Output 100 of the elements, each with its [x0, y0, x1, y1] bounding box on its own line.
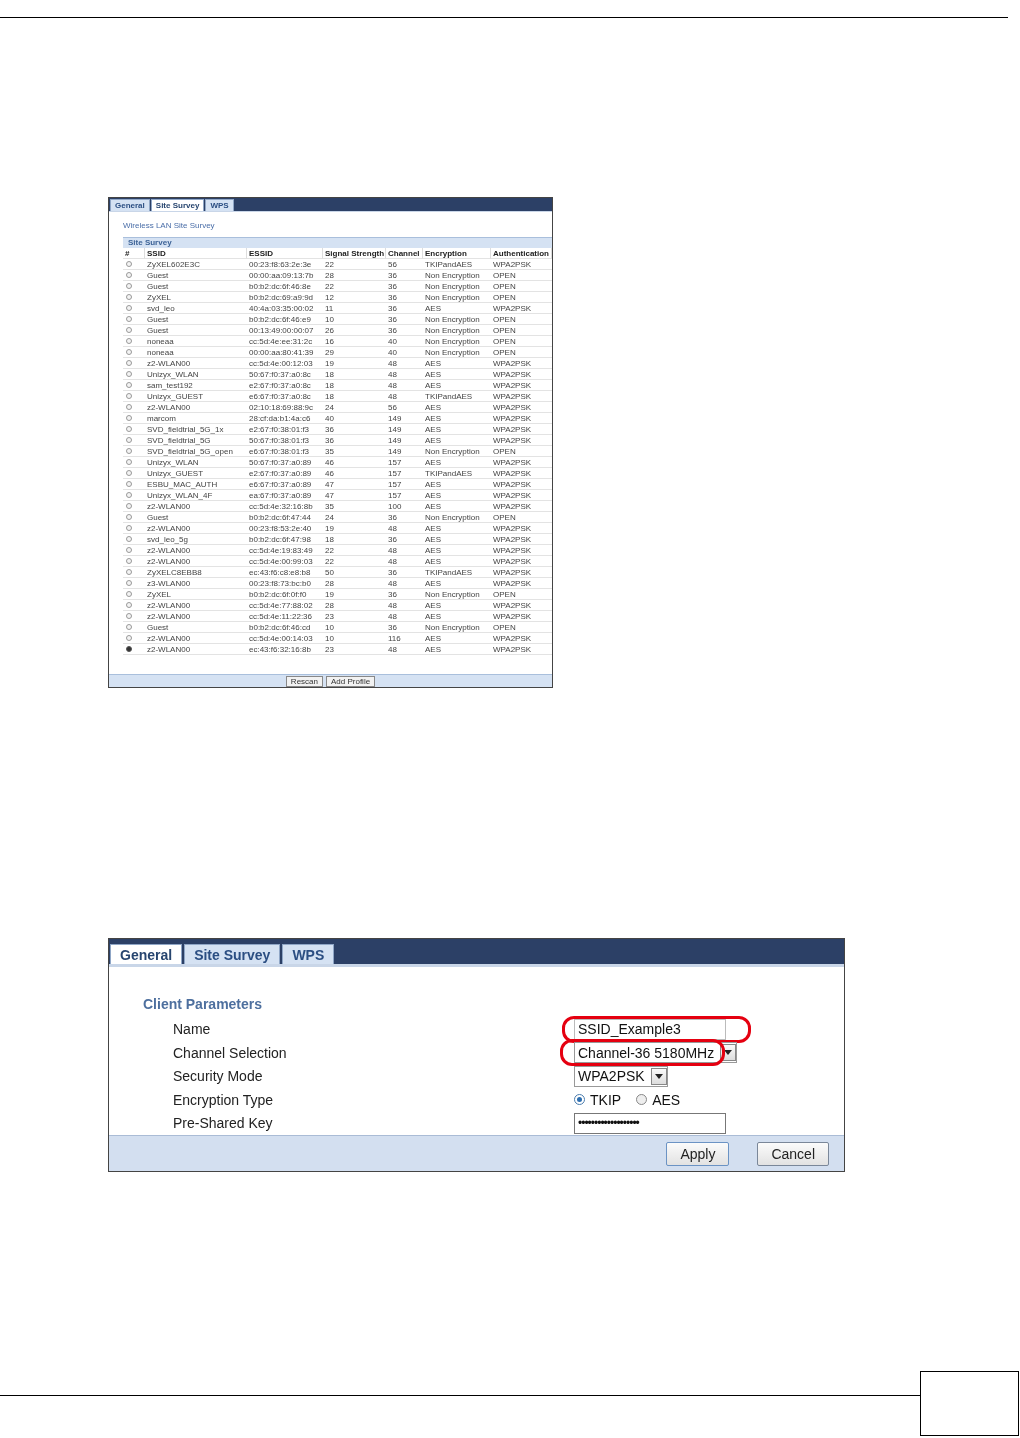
table-cell: WPA2PSK: [491, 303, 552, 314]
radio-button[interactable]: [126, 536, 132, 542]
radio-button[interactable]: [126, 415, 132, 421]
radio-option[interactable]: AES: [636, 1091, 681, 1108]
table-cell: 50:67:f0:38:01:f3: [247, 435, 323, 446]
tab[interactable]: General: [110, 944, 183, 965]
table-cell: Non Encryption: [423, 281, 491, 292]
table-cell: cc:5d:4e:32:16:8b: [247, 501, 323, 512]
table-cell: 10: [323, 622, 386, 633]
tab[interactable]: Site Survey: [150, 199, 205, 211]
radio-button[interactable]: [126, 338, 132, 344]
table-cell: OPEN: [491, 336, 552, 347]
table-cell: 29: [323, 347, 386, 358]
radio-button[interactable]: [126, 580, 132, 586]
table-cell: 24: [323, 512, 386, 523]
radio-button[interactable]: [126, 470, 132, 476]
radio-button[interactable]: [126, 437, 132, 443]
action-button[interactable]: Cancel: [757, 1141, 829, 1166]
table-cell: e2:67:f0:37:a0:8c: [247, 380, 323, 391]
radio-button[interactable]: [126, 371, 132, 377]
column-header: Channel: [386, 248, 423, 259]
radio-button[interactable]: [126, 503, 132, 509]
table-cell: 116: [386, 633, 423, 644]
table-cell: 18: [323, 380, 386, 391]
column-header: Authentication: [491, 248, 552, 259]
table-cell: svd_leo: [145, 303, 247, 314]
radio-button[interactable]: [574, 1094, 585, 1106]
tab[interactable]: WPS: [282, 944, 335, 965]
table-cell: OPEN: [491, 325, 552, 336]
table-cell: 35: [323, 501, 386, 512]
table-cell: Non Encryption: [423, 336, 491, 347]
radio-button[interactable]: [126, 426, 132, 432]
section-title: Site Survey: [128, 238, 172, 248]
table-cell: OPEN: [491, 292, 552, 303]
table-cell: WPA2PSK: [491, 611, 552, 622]
radio-button[interactable]: [126, 558, 132, 564]
table-cell: e6:67:f0:37:a0:89: [247, 479, 323, 490]
table-cell: 40:4a:03:35:00:02: [247, 303, 323, 314]
radio-button[interactable]: [126, 547, 132, 553]
table-cell: ESBU_MAC_AUTH: [145, 479, 247, 490]
tab[interactable]: General: [110, 199, 150, 211]
table-cell: 19: [323, 523, 386, 534]
table-cell: cc:5d:4e:00:14:03: [247, 633, 323, 644]
table-cell: Guest: [145, 325, 247, 336]
table-cell: 48: [386, 369, 423, 380]
text-field[interactable]: SSID_Example3: [574, 1018, 726, 1040]
radio-button[interactable]: [126, 272, 132, 278]
radio-button[interactable]: [126, 613, 132, 619]
table-cell: OPEN: [491, 314, 552, 325]
radio-button[interactable]: [126, 591, 132, 597]
radio-button[interactable]: [126, 316, 132, 322]
table-cell: 149: [386, 435, 423, 446]
password-field[interactable]: •••••••••••••••••••: [574, 1112, 726, 1134]
table-cell: b0:b2:dc:6f:47:98: [247, 534, 323, 545]
dropdown[interactable]: Channel-36 5180MHz: [574, 1042, 738, 1064]
table-cell: WPA2PSK: [491, 468, 552, 479]
radio-button[interactable]: [126, 360, 132, 366]
radio-button[interactable]: [126, 349, 132, 355]
table-cell: 36: [386, 292, 423, 303]
radio-button[interactable]: [126, 305, 132, 311]
radio-button[interactable]: [126, 602, 132, 608]
radio-button[interactable]: [126, 261, 132, 267]
dropdown[interactable]: WPA2PSK: [574, 1065, 668, 1087]
radio-button[interactable]: [126, 283, 132, 289]
table-cell: Guest: [145, 270, 247, 281]
table-cell: 16: [323, 336, 386, 347]
radio-button[interactable]: [126, 481, 132, 487]
radio-button[interactable]: [126, 459, 132, 465]
radio-button[interactable]: [126, 492, 132, 498]
table-cell: 157: [386, 490, 423, 501]
radio-button[interactable]: [126, 327, 132, 333]
radio-button[interactable]: [126, 448, 132, 454]
action-button[interactable]: Add Profile: [326, 676, 376, 687]
radio-button[interactable]: [126, 294, 132, 300]
table-cell: 00:23:f8:53:2e:40: [247, 523, 323, 534]
radio-button[interactable]: [126, 382, 132, 388]
radio-button[interactable]: [126, 646, 132, 652]
radio-button[interactable]: [126, 635, 132, 641]
radio-option[interactable]: TKIP: [574, 1091, 622, 1108]
radio-button[interactable]: [126, 624, 132, 630]
table-cell: z2-WLAN00: [145, 611, 247, 622]
radio-button[interactable]: [126, 514, 132, 520]
table-cell: 40: [386, 336, 423, 347]
table-cell: 23: [323, 644, 386, 655]
table-cell: 48: [386, 644, 423, 655]
radio-button[interactable]: [126, 569, 132, 575]
table-cell: TKIPandAES: [423, 468, 491, 479]
tab[interactable]: WPS: [205, 199, 234, 211]
action-button[interactable]: Rescan: [285, 676, 323, 687]
table-cell: 36: [323, 424, 386, 435]
radio-button[interactable]: [126, 393, 132, 399]
radio-button[interactable]: [636, 1094, 648, 1106]
tab[interactable]: Site Survey: [184, 944, 281, 965]
table-cell: Unizyx_GUEST: [145, 391, 247, 402]
radio-button[interactable]: [126, 404, 132, 410]
table-cell: AES: [423, 523, 491, 534]
action-button[interactable]: Apply: [666, 1141, 730, 1166]
table-cell: z2-WLAN00: [145, 556, 247, 567]
radio-button[interactable]: [126, 525, 132, 531]
table-cell: WPA2PSK: [491, 490, 552, 501]
